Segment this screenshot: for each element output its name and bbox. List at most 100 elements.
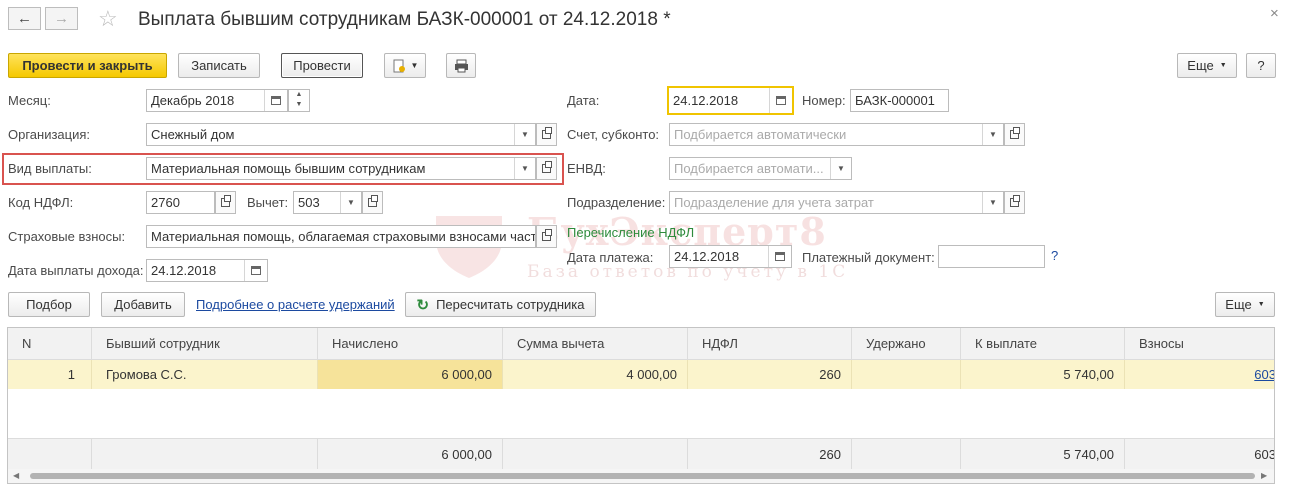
post-button[interactable]: Провести [281, 53, 363, 78]
payment-doc-field[interactable] [938, 245, 1045, 268]
post-and-close-button[interactable]: Провести и закрыть [8, 53, 167, 78]
add-button[interactable]: Добавить [101, 292, 185, 317]
star-icon[interactable]: ☆ [98, 6, 118, 32]
date-value: 24.12.2018 [673, 93, 739, 108]
calculation-details-link[interactable]: Подробнее о расчете удержаний [196, 297, 395, 312]
chevron-down-icon[interactable]: ▼ [340, 192, 361, 213]
scroll-right-icon[interactable]: ▶ [1261, 471, 1267, 480]
payment-doc-help[interactable]: ? [1051, 248, 1058, 263]
col-header-accrued[interactable]: Начислено [318, 328, 503, 360]
spinner-down-icon[interactable]: ▼ [289, 100, 309, 110]
col-header-to-pay[interactable]: К выплате [961, 328, 1125, 360]
employees-table[interactable]: N Бывший сотрудник Начислено Сумма вычет… [7, 327, 1275, 484]
month-spinner[interactable]: ▲ ▼ [288, 89, 310, 112]
calendar-button[interactable] [264, 90, 287, 111]
printer-icon [454, 59, 468, 72]
calendar-button[interactable] [244, 260, 267, 281]
cell-deduction[interactable]: 4 000,00 [503, 360, 688, 389]
cell-accrued[interactable]: 6 000,00 [318, 360, 503, 389]
col-header-employee[interactable]: Бывший сотрудник [92, 328, 318, 360]
open-organization-button[interactable] [536, 123, 557, 146]
open-deduction-button[interactable] [362, 191, 383, 214]
chevron-down-icon: ▼ [1219, 62, 1227, 69]
chevron-down-icon[interactable]: ▼ [982, 192, 1003, 213]
payment-type-field[interactable]: Материальная помощь бывшим сотрудникам ▼ [146, 157, 536, 180]
account-field[interactable]: Подбирается автоматически ▼ [669, 123, 1004, 146]
total-accrued: 6 000,00 [318, 438, 503, 469]
chevron-down-icon[interactable]: ▼ [514, 124, 535, 145]
table-more-button[interactable]: Еще ▼ [1215, 292, 1275, 317]
total-withheld [852, 438, 961, 469]
payment-type-label: Вид выплаты: [8, 161, 92, 176]
ndfl-code-value: 2760 [151, 195, 180, 210]
insurance-field[interactable]: Материальная помощь, облагаемая страховы… [146, 225, 536, 248]
open-department-button[interactable] [1004, 191, 1025, 214]
deduction-value: 503 [298, 195, 320, 210]
open-insurance-button[interactable] [536, 225, 557, 248]
envd-field[interactable]: Подбирается автомати... ▼ [669, 157, 852, 180]
cell-withheld[interactable] [852, 360, 961, 389]
number-value: БАЗК-000001 [855, 93, 935, 108]
cell-ndfl[interactable]: 260 [688, 360, 852, 389]
cell-employee[interactable]: Громова С.С. [92, 360, 318, 389]
help-button[interactable]: ? [1246, 53, 1276, 78]
envd-label: ЕНВД: [567, 161, 606, 176]
select-button[interactable]: Подбор [8, 292, 90, 317]
col-header-deduction[interactable]: Сумма вычета [503, 328, 688, 360]
payment-type-value: Материальная помощь бывшим сотрудникам [151, 161, 426, 176]
scroll-left-icon[interactable]: ◀ [13, 471, 19, 480]
calendar-button[interactable] [769, 88, 792, 113]
more-label: Еще [1187, 58, 1214, 73]
document-icon [393, 59, 405, 72]
deduction-field[interactable]: 503 ▼ [293, 191, 362, 214]
income-date-field[interactable]: 24.12.2018 [146, 259, 268, 282]
more-button[interactable]: Еще ▼ [1177, 53, 1237, 78]
print-button[interactable] [446, 53, 476, 78]
col-header-ndfl[interactable]: НДФЛ [688, 328, 852, 360]
total-employee [92, 438, 318, 469]
date-field[interactable]: 24.12.2018 [667, 86, 794, 115]
forward-button[interactable]: → [45, 7, 78, 30]
number-field[interactable]: БАЗК-000001 [850, 89, 949, 112]
total-deduction [503, 438, 688, 469]
ndfl-code-label: Код НДФЛ: [8, 195, 74, 210]
chevron-down-icon: ▼ [410, 61, 419, 70]
open-icon [542, 127, 552, 139]
back-button[interactable]: ← [8, 7, 41, 30]
payment-date-field[interactable]: 24.12.2018 [669, 245, 792, 268]
open-ndfl-code-button[interactable] [215, 191, 236, 214]
income-date-label: Дата выплаты дохода: [8, 263, 144, 278]
department-field[interactable]: Подразделение для учета затрат ▼ [669, 191, 1004, 214]
cell-contributions[interactable]: 603 [1125, 360, 1274, 389]
create-based-on-button[interactable]: ▼ [384, 53, 426, 78]
insurance-label: Страховые взносы: [8, 229, 126, 244]
cell-to-pay[interactable]: 5 740,00 [961, 360, 1125, 389]
income-date-value: 24.12.2018 [151, 263, 217, 278]
deduction-label: Вычет: [247, 195, 289, 210]
month-field[interactable]: Декабрь 2018 [146, 89, 288, 112]
total-ndfl: 260 [688, 438, 852, 469]
open-icon [542, 229, 552, 241]
save-button[interactable]: Записать [178, 53, 260, 78]
arrow-left-icon: ← [17, 10, 32, 27]
spinner-up-icon[interactable]: ▲ [289, 90, 309, 100]
chevron-down-icon[interactable]: ▼ [830, 158, 851, 179]
ndfl-code-field[interactable]: 2760 [146, 191, 215, 214]
col-header-n[interactable]: N [8, 328, 92, 360]
scrollbar-thumb[interactable] [30, 473, 1255, 479]
envd-placeholder: Подбирается автомати... [674, 161, 824, 176]
open-payment-type-button[interactable] [536, 157, 557, 180]
recalculate-employee-button[interactable]: ↻ Пересчитать сотрудника [405, 292, 596, 317]
col-header-withheld[interactable]: Удержано [852, 328, 961, 360]
horizontal-scrollbar[interactable]: ◀ ▶ [8, 469, 1274, 483]
organization-label: Организация: [8, 127, 91, 142]
payment-date-value: 24.12.2018 [674, 249, 740, 264]
organization-field[interactable]: Снежный дом ▼ [146, 123, 536, 146]
department-label: Подразделение: [567, 195, 666, 210]
close-icon[interactable]: × [1270, 5, 1279, 22]
chevron-down-icon[interactable]: ▼ [514, 158, 535, 179]
calendar-button[interactable] [768, 246, 791, 267]
open-account-button[interactable] [1004, 123, 1025, 146]
col-header-contributions[interactable]: Взносы [1125, 328, 1274, 360]
chevron-down-icon[interactable]: ▼ [982, 124, 1003, 145]
